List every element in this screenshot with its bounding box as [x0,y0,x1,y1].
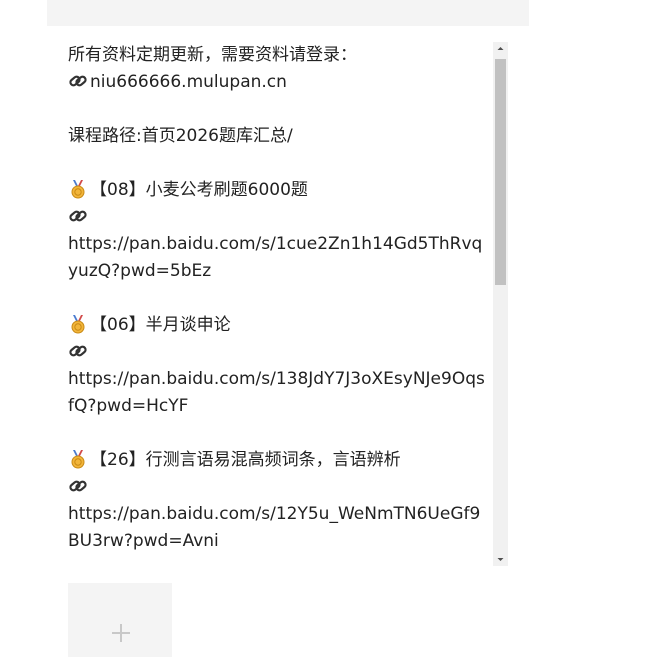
item-title-line: 【26】行测言语易混高频词条，言语辨析 [68,447,488,474]
scroll-down-icon[interactable] [493,553,508,566]
item-title-line: 【06】半月谈申论 [68,312,488,339]
item-url[interactable]: https://pan.baidu.com/s/12Y5u_WeNmTN6UeG… [68,501,488,555]
post-editor-panel: 所有资料定期更新，需要资料请登录： niu666666.mulupan.cn 课… [47,26,529,657]
medal-icon [71,180,85,199]
site-url-text[interactable]: niu666666.mulupan.cn [90,72,287,92]
medal-icon [71,450,85,469]
add-image-button[interactable] [68,583,172,657]
item-title: 【08】小麦公考刷题6000题 [90,180,308,200]
link-icon [69,210,87,222]
link-icon [69,75,87,87]
scroll-thumb[interactable] [495,59,506,285]
item-url[interactable]: https://pan.baidu.com/s/1cue2Zn1h14Gd5Th… [68,231,488,285]
vertical-scrollbar[interactable] [493,42,508,566]
page: 所有资料定期更新，需要资料请登录： niu666666.mulupan.cn 课… [0,0,659,657]
post-text-area[interactable]: 所有资料定期更新，需要资料请登录： niu666666.mulupan.cn 课… [47,40,509,566]
item-title: 【06】半月谈申论 [90,315,231,335]
intro-line: 所有资料定期更新，需要资料请登录： [68,45,357,65]
medal-icon [71,315,85,334]
top-toolbar-strip [47,0,529,26]
item-link-icon-line [68,204,488,231]
course-path-line: 课程路径:首页2026题库汇总/ [68,126,293,146]
link-icon [69,480,87,492]
link-icon [69,345,87,357]
item-link-icon-line [68,474,488,501]
item-title-line: 【08】小麦公考刷题6000题 [68,177,488,204]
site-line: niu666666.mulupan.cn [68,69,488,96]
post-content: 所有资料定期更新，需要资料请登录： niu666666.mulupan.cn 课… [68,42,488,555]
plus-icon [112,624,130,642]
scroll-up-icon[interactable] [493,42,508,55]
item-url[interactable]: https://pan.baidu.com/s/138JdY7J3oXEsyNJ… [68,366,488,420]
item-title: 【26】行测言语易混高频词条，言语辨析 [90,450,401,470]
item-link-icon-line [68,339,488,366]
